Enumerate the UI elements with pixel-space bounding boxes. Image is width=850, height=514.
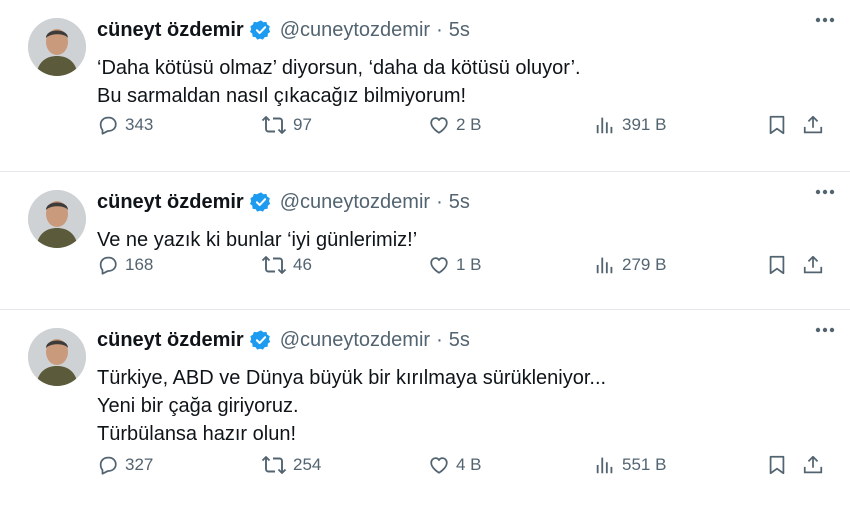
author-handle[interactable]: @cuneytozdemir bbox=[280, 329, 430, 352]
author-handle[interactable]: @cuneytozdemir bbox=[280, 191, 430, 214]
speech-bubble-icon bbox=[99, 456, 117, 475]
retweet-count: 46 bbox=[293, 255, 312, 274]
bookmark-icon bbox=[769, 115, 785, 135]
retweet-count: 254 bbox=[293, 455, 322, 474]
tweet[interactable]: cüneyt özdemir @cuneytozdemir · 5s Ve ne… bbox=[0, 172, 850, 310]
retweet-arrows-icon bbox=[261, 256, 287, 274]
retweet-button[interactable]: 46 bbox=[261, 254, 312, 276]
reply-count: 168 bbox=[125, 255, 154, 274]
tweet-text-line: Yeni bir çağa giriyoruz. bbox=[97, 395, 299, 417]
action-bar: 327 254 4 B 551 B bbox=[97, 450, 830, 480]
heart-icon bbox=[430, 117, 448, 134]
retweet-button[interactable]: 254 bbox=[261, 454, 321, 476]
more-dots-icon[interactable] bbox=[810, 318, 840, 342]
avatar[interactable] bbox=[28, 18, 86, 76]
verified-badge-icon bbox=[249, 329, 272, 351]
bookmark-button[interactable] bbox=[766, 454, 794, 476]
reply-button[interactable]: 168 bbox=[97, 254, 153, 276]
retweet-button[interactable]: 97 bbox=[261, 114, 312, 136]
reply-count: 343 bbox=[125, 115, 154, 134]
bookmark-icon bbox=[769, 255, 785, 275]
share-upload-icon bbox=[803, 115, 823, 134]
timestamp[interactable]: 5s bbox=[449, 191, 470, 214]
views-count: 391 B bbox=[622, 115, 667, 134]
verified-badge-icon bbox=[249, 19, 272, 41]
bar-chart-icon bbox=[596, 257, 613, 274]
share-upload-icon bbox=[803, 255, 823, 274]
bar-chart-icon bbox=[596, 117, 613, 134]
share-button[interactable] bbox=[802, 114, 830, 136]
reply-button[interactable]: 343 bbox=[97, 114, 153, 136]
like-count: 1 B bbox=[456, 255, 482, 274]
views-button[interactable]: 551 B bbox=[594, 454, 666, 476]
author-handle[interactable]: @cuneytozdemir bbox=[280, 19, 430, 42]
bookmark-button[interactable] bbox=[766, 254, 794, 276]
tweet[interactable]: cüneyt özdemir @cuneytozdemir · 5s ‘Daha… bbox=[0, 0, 850, 172]
like-count: 4 B bbox=[456, 455, 482, 474]
separator-dot: · bbox=[436, 328, 443, 351]
views-button[interactable]: 391 B bbox=[594, 114, 666, 136]
views-count: 551 B bbox=[622, 455, 667, 474]
bookmark-icon bbox=[769, 455, 785, 475]
like-count: 2 B bbox=[456, 115, 482, 134]
tweet-feed: cüneyt özdemir @cuneytozdemir · 5s ‘Daha… bbox=[0, 0, 850, 514]
tweet-text: Türkiye, ABD ve Dünya büyük bir kırılmay… bbox=[97, 364, 830, 448]
avatar[interactable] bbox=[28, 190, 86, 248]
separator-dot: · bbox=[436, 18, 443, 41]
more-dots-icon[interactable] bbox=[810, 8, 840, 32]
heart-icon bbox=[430, 457, 448, 474]
author-name[interactable]: cüneyt özdemir bbox=[97, 329, 244, 352]
like-button[interactable]: 4 B bbox=[428, 454, 482, 476]
tweet-text-line: Türkiye, ABD ve Dünya büyük bir kırılmay… bbox=[97, 367, 607, 389]
tweet-text-line: Türbülansa hazır olun! bbox=[97, 423, 297, 445]
speech-bubble-icon bbox=[99, 116, 117, 135]
retweet-arrows-icon bbox=[261, 116, 287, 134]
verified-badge-icon bbox=[249, 191, 272, 213]
avatar[interactable] bbox=[28, 328, 86, 386]
share-upload-icon bbox=[803, 455, 823, 474]
tweet[interactable]: cüneyt özdemir @cuneytozdemir · 5s Türki… bbox=[0, 310, 850, 510]
timestamp[interactable]: 5s bbox=[449, 329, 470, 352]
tweet-text-line: ‘Daha kötüsü olmaz’ diyorsun, ‘daha da k… bbox=[97, 57, 581, 79]
reply-button[interactable]: 327 bbox=[97, 454, 153, 476]
like-button[interactable]: 2 B bbox=[428, 114, 482, 136]
like-button[interactable]: 1 B bbox=[428, 254, 482, 276]
action-bar: 168 46 1 B 279 B bbox=[97, 250, 830, 280]
retweet-arrows-icon bbox=[261, 456, 287, 474]
heart-icon bbox=[430, 257, 448, 274]
share-button[interactable] bbox=[802, 454, 830, 476]
reply-count: 327 bbox=[125, 455, 154, 474]
author-name[interactable]: cüneyt özdemir bbox=[97, 19, 244, 42]
bar-chart-icon bbox=[596, 457, 613, 474]
bookmark-button[interactable] bbox=[766, 114, 794, 136]
views-button[interactable]: 279 B bbox=[594, 254, 666, 276]
tweet-text-line: Bu sarmaldan nasıl çıkacağız bilmiyorum! bbox=[97, 85, 467, 107]
more-dots-icon[interactable] bbox=[810, 180, 840, 204]
timestamp[interactable]: 5s bbox=[449, 19, 470, 42]
speech-bubble-icon bbox=[99, 256, 117, 275]
action-bar: 343 97 2 B 391 B bbox=[97, 110, 830, 140]
separator-dot: · bbox=[436, 190, 443, 213]
author-name[interactable]: cüneyt özdemir bbox=[97, 191, 244, 214]
tweet-text: ‘Daha kötüsü olmaz’ diyorsun, ‘daha da k… bbox=[97, 54, 830, 110]
retweet-count: 97 bbox=[293, 115, 312, 134]
share-button[interactable] bbox=[802, 254, 830, 276]
views-count: 279 B bbox=[622, 255, 667, 274]
